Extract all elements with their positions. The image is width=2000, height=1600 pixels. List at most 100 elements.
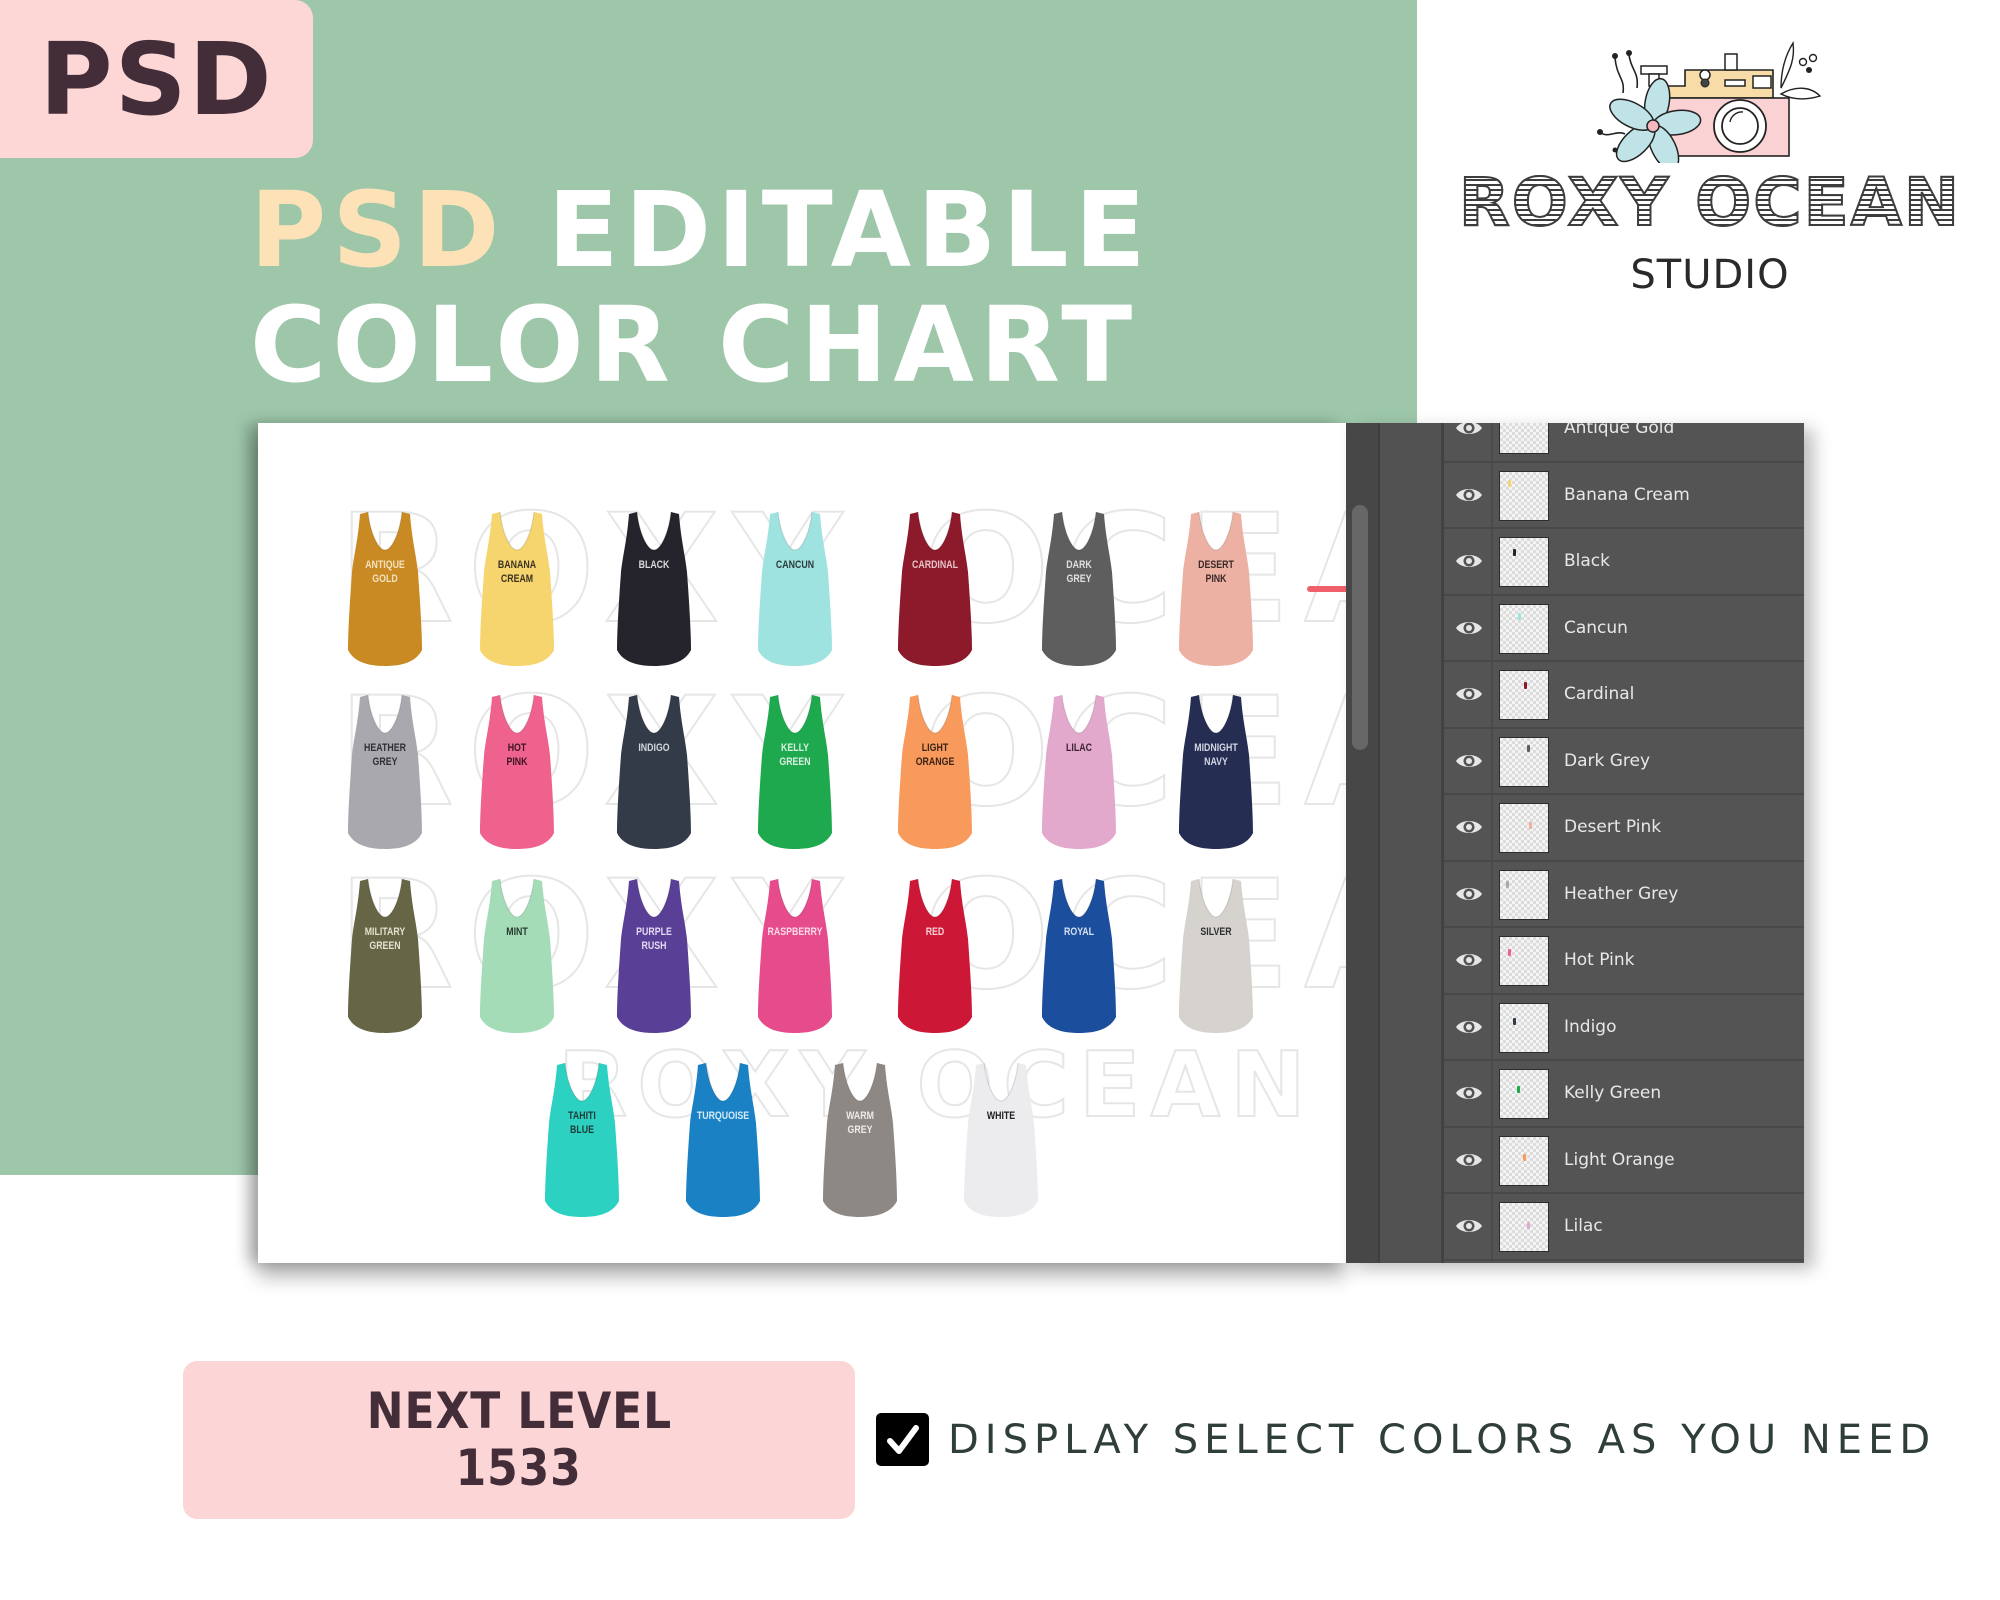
tank-label-line: GREY	[847, 1124, 873, 1136]
tank-label-line: WHITE	[986, 1110, 1016, 1122]
layer-divider	[1491, 529, 1493, 594]
visibility-eye-icon[interactable]	[1454, 950, 1484, 970]
tank-label-line: GOLD	[372, 573, 398, 585]
tank-label-line: MILITARY	[364, 926, 406, 938]
tank-label: WHITE	[965, 1109, 1037, 1123]
layer-row[interactable]: Kelly Green	[1444, 1061, 1804, 1128]
layer-row[interactable]: Lilac	[1444, 1194, 1804, 1261]
layer-row[interactable]: Cardinal	[1444, 662, 1804, 729]
tank-label: BLACK	[618, 558, 690, 572]
layer-row[interactable]: Desert Pink	[1444, 795, 1804, 862]
tank-label-line: LIGHT	[921, 742, 949, 754]
layer-name: Lilac	[1564, 1216, 1603, 1236]
visibility-eye-icon[interactable]	[1454, 684, 1484, 704]
tank-label: SILVER	[1180, 925, 1252, 939]
tank-swatch: MILITARY GREEN	[346, 877, 424, 1035]
tank-top-icon	[617, 511, 691, 666]
tank-label: BANANA CREAM	[481, 558, 553, 586]
layer-thumbnail	[1499, 1002, 1549, 1053]
layer-name: Kelly Green	[1564, 1083, 1662, 1103]
tank-label-line: WARM	[846, 1110, 874, 1122]
green-side-background	[0, 423, 258, 1175]
layer-row[interactable]: Light Orange	[1444, 1127, 1804, 1194]
visibility-eye-icon[interactable]	[1454, 1150, 1484, 1170]
tank-label: DARK GREY	[1043, 558, 1115, 586]
visibility-eye-icon[interactable]	[1454, 485, 1484, 505]
visibility-eye-icon[interactable]	[1454, 817, 1484, 837]
layer-row[interactable]: Black	[1444, 529, 1804, 596]
tank-top-icon	[545, 1062, 619, 1217]
tank-label-line: MINT	[506, 926, 528, 938]
tank-top-icon	[1042, 694, 1116, 849]
page-title-line-1: PSD EDITABLE	[250, 178, 1152, 282]
layer-divider	[1491, 462, 1493, 527]
tank-label: INDIGO	[618, 741, 690, 755]
layer-divider	[1491, 1194, 1493, 1259]
tank-label: RED	[899, 925, 971, 939]
layer-thumbnail-swatch	[1513, 549, 1516, 556]
layer-row[interactable]: Antique Gold	[1444, 423, 1804, 463]
tank-label: CANCUN	[759, 558, 831, 572]
psd-canvas-preview: ROXY OCEAN ROXY OCEAN ROXY OCEAN ROXY OC…	[258, 423, 1561, 1263]
layer-thumbnail	[1499, 670, 1549, 720]
tank-label: ROYAL	[1043, 925, 1115, 939]
tank-label-line: RED	[925, 926, 945, 938]
layer-divider	[1491, 928, 1493, 993]
tank-top-icon	[758, 694, 832, 849]
tank-label: LIGHT ORANGE	[899, 741, 971, 769]
tank-label-line: RASPBERRY	[767, 926, 823, 938]
feature-checkbox[interactable]	[876, 1413, 929, 1466]
layer-thumbnail	[1499, 1069, 1549, 1119]
layer-thumbnail	[1499, 803, 1549, 853]
layers-panel-scrollbar[interactable]	[1352, 505, 1368, 750]
visibility-eye-icon[interactable]	[1454, 1017, 1484, 1037]
visibility-eye-icon[interactable]	[1454, 551, 1484, 571]
tank-label-line: GREEN	[779, 756, 811, 768]
layer-divider	[1491, 1061, 1493, 1126]
tank-label-line: HOT	[507, 742, 527, 754]
layer-name: Antique Gold	[1564, 423, 1675, 438]
tank-label-line: PINK	[506, 756, 528, 768]
layer-thumbnail	[1499, 936, 1549, 986]
layer-row[interactable]: Indigo	[1444, 994, 1804, 1061]
layers-list: Antique Gold Banana Cream Black Cancun Cardi…	[1444, 423, 1804, 1261]
visibility-eye-icon[interactable]	[1454, 1216, 1484, 1236]
layer-name: Hot Pink	[1564, 950, 1635, 970]
layer-row[interactable]: Hot Pink	[1444, 928, 1804, 995]
tank-label-line: BLUE	[570, 1124, 594, 1136]
tank-label: HOT PINK	[481, 741, 553, 769]
tank-top-icon	[1179, 878, 1253, 1033]
tank-label: HEATHER GREY	[349, 741, 421, 769]
tank-label-line: BANANA	[497, 559, 537, 571]
tank-label: MIDNIGHT NAVY	[1180, 741, 1252, 769]
tank-label-line: DESERT	[1198, 559, 1234, 571]
page-title-line-2: COLOR CHART	[250, 284, 1139, 406]
tank-label-line: NAVY	[1204, 756, 1228, 768]
tank-swatch: ROYAL	[1040, 877, 1118, 1035]
brand-name: ROXY OCEAN	[1455, 169, 1965, 237]
tank-top-icon	[348, 878, 422, 1033]
visibility-eye-icon[interactable]	[1454, 618, 1484, 638]
layer-row[interactable]: Banana Cream	[1444, 462, 1804, 529]
visibility-eye-icon[interactable]	[1454, 884, 1484, 904]
layer-thumbnail	[1499, 1135, 1549, 1186]
visibility-eye-icon[interactable]	[1454, 423, 1484, 438]
layer-row[interactable]: Cancun	[1444, 595, 1804, 662]
visibility-eye-icon[interactable]	[1454, 751, 1484, 771]
tank-top-icon	[758, 878, 832, 1033]
layer-row[interactable]: Heather Grey	[1444, 861, 1804, 928]
visibility-eye-icon[interactable]	[1454, 1083, 1484, 1103]
layer-thumbnail-swatch	[1517, 1086, 1520, 1093]
product-brand: NEXT LEVEL	[366, 1381, 672, 1440]
tank-label-line: TURQUOISE	[696, 1110, 750, 1122]
tank-label-line: DARK	[1066, 559, 1092, 571]
layer-name: Black	[1564, 551, 1610, 571]
tank-label-line: RUSH	[641, 940, 667, 952]
tank-label-line: CANCUN	[775, 559, 815, 571]
layer-thumbnail	[1499, 1202, 1549, 1252]
camera-with-flower-icon	[1597, 40, 1822, 163]
tank-label: PURPLE RUSH	[618, 925, 690, 953]
layer-row[interactable]: Dark Grey	[1444, 728, 1804, 795]
layer-thumbnail	[1499, 537, 1549, 587]
tank-label: MILITARY GREEN	[349, 925, 421, 953]
